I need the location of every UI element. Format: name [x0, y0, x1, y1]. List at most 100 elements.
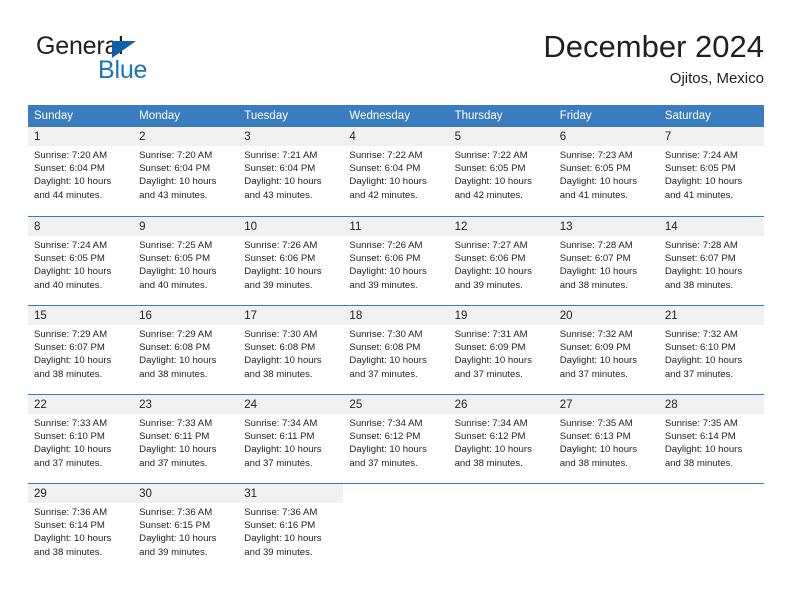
sunrise-text: Sunrise: 7:20 AM	[34, 150, 108, 161]
calendar-cell[interactable]: 24 Sunrise: 7:34 AM Sunset: 6:11 PM Dayligh…	[238, 394, 344, 483]
calendar-cell[interactable]: 21 Sunrise: 7:32 AM Sunset: 6:10 PM Dayligh…	[658, 305, 764, 394]
calendar-cell[interactable]: 22 Sunrise: 7:33 AM Sunset: 6:10 PM Dayligh…	[28, 394, 134, 483]
calendar-cell[interactable]: 17 Sunrise: 7:30 AM Sunset: 6:08 PM Dayligh…	[238, 305, 344, 394]
day-info: Sunrise: 7:21 AM Sunset: 6:04 PM Daylight:…	[238, 146, 343, 202]
calendar-cell[interactable]: 15 Sunrise: 7:29 AM Sunset: 6:07 PM Dayligh…	[28, 305, 134, 394]
sunset-text: Sunset: 6:06 PM	[454, 253, 526, 265]
calendar-cell[interactable]: 14 Sunrise: 7:28 AM Sunset: 6:07 PM Dayligh…	[658, 216, 764, 305]
sunset-text: Sunset: 6:09 PM	[454, 342, 526, 354]
daylight-text-line1: Daylight: 10 hours	[454, 176, 532, 188]
daylight-text-line2: and 37 minutes.	[559, 368, 628, 380]
daylight-text-line2: and 43 minutes.	[244, 189, 313, 201]
daylight-text-line1: Daylight: 10 hours	[349, 266, 427, 278]
day-number: 29	[28, 484, 134, 503]
page-title: December 2024	[543, 29, 764, 64]
day-info: Sunrise: 7:36 AM Sunset: 6:16 PM Daylight:…	[238, 503, 343, 559]
calendar-week-row: 1 Sunrise: 7:20 AM Sunset: 6:04 PM Daylight…	[28, 127, 764, 216]
daylight-text-line2: and 38 minutes.	[664, 279, 734, 291]
general-blue-logo: General Blue	[36, 32, 256, 88]
sunset-text: Sunset: 6:07 PM	[559, 253, 631, 265]
day-number: 5	[448, 127, 554, 146]
day-info: Sunrise: 7:30 AM Sunset: 6:08 PM Daylight:…	[343, 325, 448, 381]
sunset-text: Sunset: 6:07 PM	[664, 253, 736, 265]
daylight-text-line2: and 41 minutes.	[664, 189, 734, 201]
day-number: 24	[238, 395, 344, 414]
weekday-header-thursday: Thursday	[448, 105, 554, 127]
weekday-header-friday: Friday	[553, 105, 659, 127]
calendar-cell[interactable]: 23 Sunrise: 7:33 AM Sunset: 6:11 PM Dayligh…	[133, 394, 239, 483]
calendar-cell[interactable]: 18 Sunrise: 7:30 AM Sunset: 6:08 PM Dayligh…	[343, 305, 449, 394]
calendar-cell[interactable]: 25 Sunrise: 7:34 AM Sunset: 6:12 PM Dayligh…	[343, 394, 449, 483]
calendar-cell[interactable]: 11 Sunrise: 7:26 AM Sunset: 6:06 PM Dayligh…	[343, 216, 449, 305]
daylight-text-line1: Daylight: 10 hours	[559, 355, 638, 367]
sunrise-text: Sunrise: 7:35 AM	[664, 418, 738, 429]
sunrise-text: Sunrise: 7:36 AM	[139, 507, 213, 518]
day-number: 17	[238, 306, 344, 325]
logo-text-blue: Blue	[98, 56, 148, 84]
calendar-cell[interactable]: 29 Sunrise: 7:36 AM Sunset: 6:14 PM Dayligh…	[28, 483, 134, 572]
day-number: 1	[28, 127, 134, 146]
day-number: 30	[133, 484, 239, 503]
calendar-cell[interactable]: 12 Sunrise: 7:27 AM Sunset: 6:06 PM Dayligh…	[448, 216, 554, 305]
day-info: Sunrise: 7:32 AM Sunset: 6:10 PM Daylight:…	[659, 325, 764, 381]
calendar-cell[interactable]: 10 Sunrise: 7:26 AM Sunset: 6:06 PM Dayligh…	[238, 216, 344, 305]
daylight-text-line1: Daylight: 10 hours	[34, 355, 112, 367]
daylight-text-line1: Daylight: 10 hours	[664, 355, 743, 367]
calendar-cell[interactable]: 7 Sunrise: 7:24 AM Sunset: 6:05 PM Daylight…	[658, 127, 764, 216]
day-info: Sunrise: 7:22 AM Sunset: 6:05 PM Daylight:…	[449, 146, 554, 202]
calendar-page: General Blue December 2024 Ojitos, Mexic…	[0, 0, 792, 612]
calendar-cell[interactable]: 16 Sunrise: 7:29 AM Sunset: 6:08 PM Dayligh…	[133, 305, 239, 394]
sunset-text: Sunset: 6:04 PM	[244, 163, 316, 175]
daylight-text-line2: and 38 minutes.	[559, 279, 628, 291]
day-number: 11	[343, 217, 449, 236]
sunrise-text: Sunrise: 7:31 AM	[454, 329, 528, 340]
daylight-text-line2: and 41 minutes.	[559, 189, 628, 201]
weekday-header-tuesday: Tuesday	[238, 105, 344, 127]
calendar-cell-empty	[448, 483, 554, 572]
daylight-text-line2: and 39 minutes.	[244, 279, 313, 291]
calendar-cell[interactable]: 26 Sunrise: 7:34 AM Sunset: 6:12 PM Dayligh…	[448, 394, 554, 483]
calendar-cell[interactable]: 9 Sunrise: 7:25 AM Sunset: 6:05 PM Daylight…	[133, 216, 239, 305]
daylight-text-line2: and 39 minutes.	[454, 279, 523, 291]
sunset-text: Sunset: 6:04 PM	[34, 163, 105, 175]
calendar-week-row: 8 Sunrise: 7:24 AM Sunset: 6:05 PM Daylight…	[28, 216, 764, 305]
daylight-text-line1: Daylight: 10 hours	[34, 533, 112, 545]
day-info: Sunrise: 7:24 AM Sunset: 6:05 PM Daylight:…	[28, 236, 133, 292]
calendar-cell[interactable]: 19 Sunrise: 7:31 AM Sunset: 6:09 PM Dayligh…	[448, 305, 554, 394]
day-info: Sunrise: 7:25 AM Sunset: 6:05 PM Daylight:…	[133, 236, 238, 292]
sunset-text: Sunset: 6:05 PM	[454, 163, 526, 175]
daylight-text-line2: and 39 minutes.	[349, 279, 418, 291]
calendar-cell[interactable]: 1 Sunrise: 7:20 AM Sunset: 6:04 PM Daylight…	[28, 127, 134, 216]
sunrise-text: Sunrise: 7:33 AM	[139, 418, 213, 429]
daylight-text-line2: and 38 minutes.	[34, 368, 103, 380]
sunset-text: Sunset: 6:06 PM	[244, 253, 316, 265]
calendar-cell[interactable]: 2 Sunrise: 7:20 AM Sunset: 6:04 PM Daylight…	[133, 127, 239, 216]
calendar-cell[interactable]: 4 Sunrise: 7:22 AM Sunset: 6:04 PM Daylight…	[343, 127, 449, 216]
calendar-cell[interactable]: 30 Sunrise: 7:36 AM Sunset: 6:15 PM Dayligh…	[133, 483, 239, 572]
sunset-text: Sunset: 6:09 PM	[559, 342, 631, 354]
calendar-cell[interactable]: 13 Sunrise: 7:28 AM Sunset: 6:07 PM Dayligh…	[553, 216, 659, 305]
daylight-text-line2: and 38 minutes.	[664, 457, 734, 469]
daylight-text-line1: Daylight: 10 hours	[139, 444, 217, 456]
calendar-cell[interactable]: 8 Sunrise: 7:24 AM Sunset: 6:05 PM Daylight…	[28, 216, 134, 305]
day-info: Sunrise: 7:33 AM Sunset: 6:10 PM Daylight:…	[28, 414, 133, 470]
sunrise-text: Sunrise: 7:36 AM	[244, 507, 318, 518]
sunrise-text: Sunrise: 7:23 AM	[559, 150, 633, 161]
calendar-cell[interactable]: 3 Sunrise: 7:21 AM Sunset: 6:04 PM Daylight…	[238, 127, 344, 216]
day-info: Sunrise: 7:26 AM Sunset: 6:06 PM Daylight:…	[343, 236, 448, 292]
calendar-cell[interactable]: 5 Sunrise: 7:22 AM Sunset: 6:05 PM Daylight…	[448, 127, 554, 216]
calendar-cell[interactable]: 20 Sunrise: 7:32 AM Sunset: 6:09 PM Dayligh…	[553, 305, 659, 394]
day-number	[659, 484, 764, 503]
daylight-text-line1: Daylight: 10 hours	[559, 266, 638, 278]
calendar-cell[interactable]: 6 Sunrise: 7:23 AM Sunset: 6:05 PM Daylight…	[553, 127, 659, 216]
calendar-cell[interactable]: 27 Sunrise: 7:35 AM Sunset: 6:13 PM Dayligh…	[553, 394, 659, 483]
daylight-text-line2: and 42 minutes.	[454, 189, 523, 201]
daylight-text-line2: and 39 minutes.	[139, 546, 208, 558]
calendar-cell[interactable]: 28 Sunrise: 7:35 AM Sunset: 6:14 PM Dayligh…	[658, 394, 764, 483]
day-number: 4	[343, 127, 449, 146]
calendar-cell[interactable]: 31 Sunrise: 7:36 AM Sunset: 6:16 PM Dayligh…	[238, 483, 344, 572]
day-info: Sunrise: 7:34 AM Sunset: 6:12 PM Daylight:…	[343, 414, 448, 470]
daylight-text-line2: and 39 minutes.	[244, 546, 313, 558]
daylight-text-line2: and 40 minutes.	[139, 279, 208, 291]
sunrise-text: Sunrise: 7:29 AM	[139, 329, 213, 340]
